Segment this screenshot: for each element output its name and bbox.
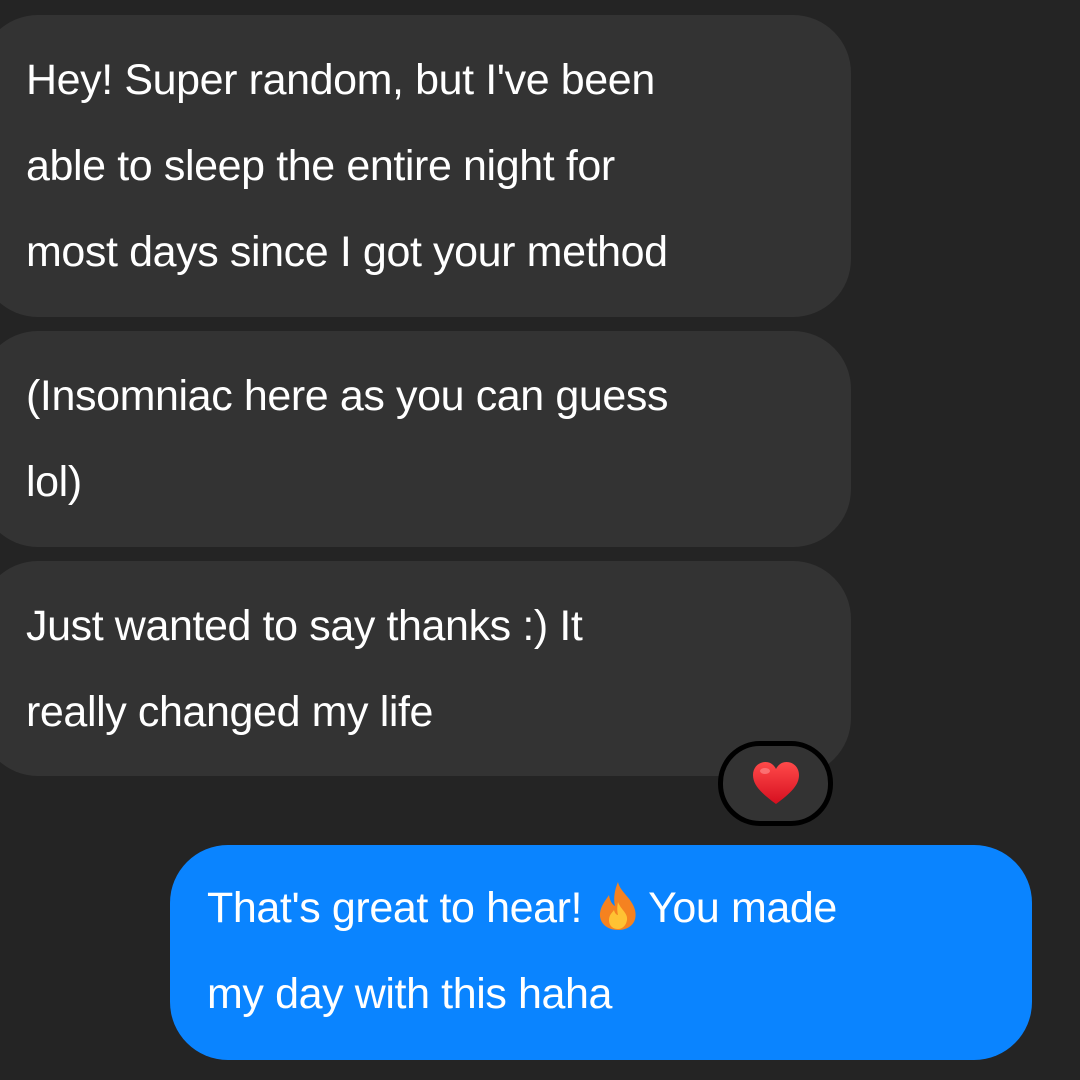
incoming-message-bubble[interactable]: Hey! Super random, but I've been able to… [0, 15, 851, 317]
message-text-line: my day with this haha [207, 970, 613, 1018]
incoming-message-bubble[interactable]: Just wanted to say thanks :) It really c… [0, 561, 851, 776]
message-text-line: That's great to hear! You made [207, 865, 1032, 951]
message-text-line: Hey! Super random, but I've been [26, 56, 655, 104]
incoming-message-bubble[interactable]: (Insomniac here as you can guess lol) [0, 331, 851, 547]
message-text: That's great to hear! [207, 884, 583, 932]
message-text-line: most days since I got your method [26, 228, 668, 276]
red-heart-icon [751, 761, 801, 807]
reaction-badge[interactable] [718, 741, 833, 826]
message-text-line: (Insomniac here as you can guess [26, 372, 669, 420]
message-text-line: able to sleep the entire night for [26, 142, 615, 190]
message-text: You made [648, 884, 837, 932]
message-text-line: lol) [26, 458, 82, 506]
outgoing-message-bubble[interactable]: That's great to hear! You made my day wi… [170, 845, 1032, 1060]
fire-icon [596, 880, 640, 932]
message-text-line: Just wanted to say thanks :) It [26, 602, 583, 650]
chat-screen: Hey! Super random, but I've been able to… [0, 0, 1080, 1080]
message-text-line: really changed my life [26, 688, 434, 736]
